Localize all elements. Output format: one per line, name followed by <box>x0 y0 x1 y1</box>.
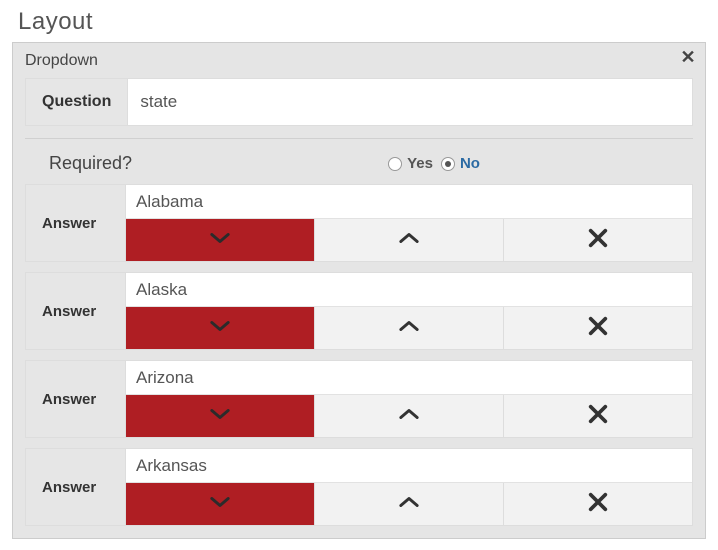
panel-title: Dropdown <box>25 52 98 69</box>
close-icon <box>587 403 609 430</box>
required-radio-group: Yes No <box>388 155 480 172</box>
move-down-button[interactable] <box>126 395 315 437</box>
radio-icon <box>441 157 455 171</box>
answer-actions <box>126 307 692 349</box>
required-yes-radio[interactable]: Yes <box>388 155 433 172</box>
answer-actions <box>126 395 692 437</box>
chevron-down-icon <box>206 319 234 338</box>
divider <box>25 138 693 139</box>
answer-row: Answer <box>25 184 693 262</box>
chevron-down-icon <box>206 231 234 250</box>
remove-answer-button[interactable] <box>504 219 692 261</box>
remove-answer-button[interactable] <box>504 307 692 349</box>
answer-actions <box>126 219 692 261</box>
answer-label: Answer <box>26 273 126 349</box>
answer-label: Answer <box>26 185 126 261</box>
panel-body: Question Required? Yes No AnswerAnswerAn… <box>13 78 705 538</box>
panel-header: Dropdown ✕ <box>13 43 705 78</box>
required-no-radio[interactable]: No <box>441 155 480 172</box>
radio-icon <box>388 157 402 171</box>
answer-label: Answer <box>26 361 126 437</box>
close-icon <box>587 315 609 342</box>
chevron-up-icon <box>395 231 423 250</box>
question-row: Question <box>25 78 693 126</box>
close-icon[interactable]: ✕ <box>678 48 698 68</box>
answer-input[interactable] <box>126 185 692 219</box>
chevron-up-icon <box>395 495 423 514</box>
chevron-up-icon <box>395 319 423 338</box>
move-down-button[interactable] <box>126 219 315 261</box>
question-label: Question <box>26 79 128 125</box>
answer-input[interactable] <box>126 449 692 483</box>
answer-content <box>126 361 692 437</box>
chevron-down-icon <box>206 407 234 426</box>
remove-answer-button[interactable] <box>504 395 692 437</box>
answer-row: Answer <box>25 272 693 350</box>
radio-label-yes: Yes <box>407 155 433 172</box>
move-up-button[interactable] <box>315 395 504 437</box>
move-up-button[interactable] <box>315 307 504 349</box>
answer-label: Answer <box>26 449 126 525</box>
chevron-up-icon <box>395 407 423 426</box>
move-up-button[interactable] <box>315 219 504 261</box>
page-title: Layout <box>0 0 718 42</box>
answer-actions <box>126 483 692 525</box>
close-icon <box>587 491 609 518</box>
answer-content <box>126 449 692 525</box>
remove-answer-button[interactable] <box>504 483 692 525</box>
answer-row: Answer <box>25 360 693 438</box>
answer-input[interactable] <box>126 273 692 307</box>
answers-list: Answer Answer Answer Answer <box>25 184 693 526</box>
radio-label-no: No <box>460 155 480 172</box>
answer-row: Answer <box>25 448 693 526</box>
move-down-button[interactable] <box>126 483 315 525</box>
chevron-down-icon <box>206 495 234 514</box>
answer-content <box>126 185 692 261</box>
close-icon <box>587 227 609 254</box>
dropdown-panel: Dropdown ✕ Question Required? Yes No Ans… <box>12 42 706 539</box>
question-input[interactable] <box>128 79 692 125</box>
move-up-button[interactable] <box>315 483 504 525</box>
answer-content <box>126 273 692 349</box>
required-label: Required? <box>49 153 132 174</box>
move-down-button[interactable] <box>126 307 315 349</box>
required-row: Required? Yes No <box>25 153 693 184</box>
answer-input[interactable] <box>126 361 692 395</box>
